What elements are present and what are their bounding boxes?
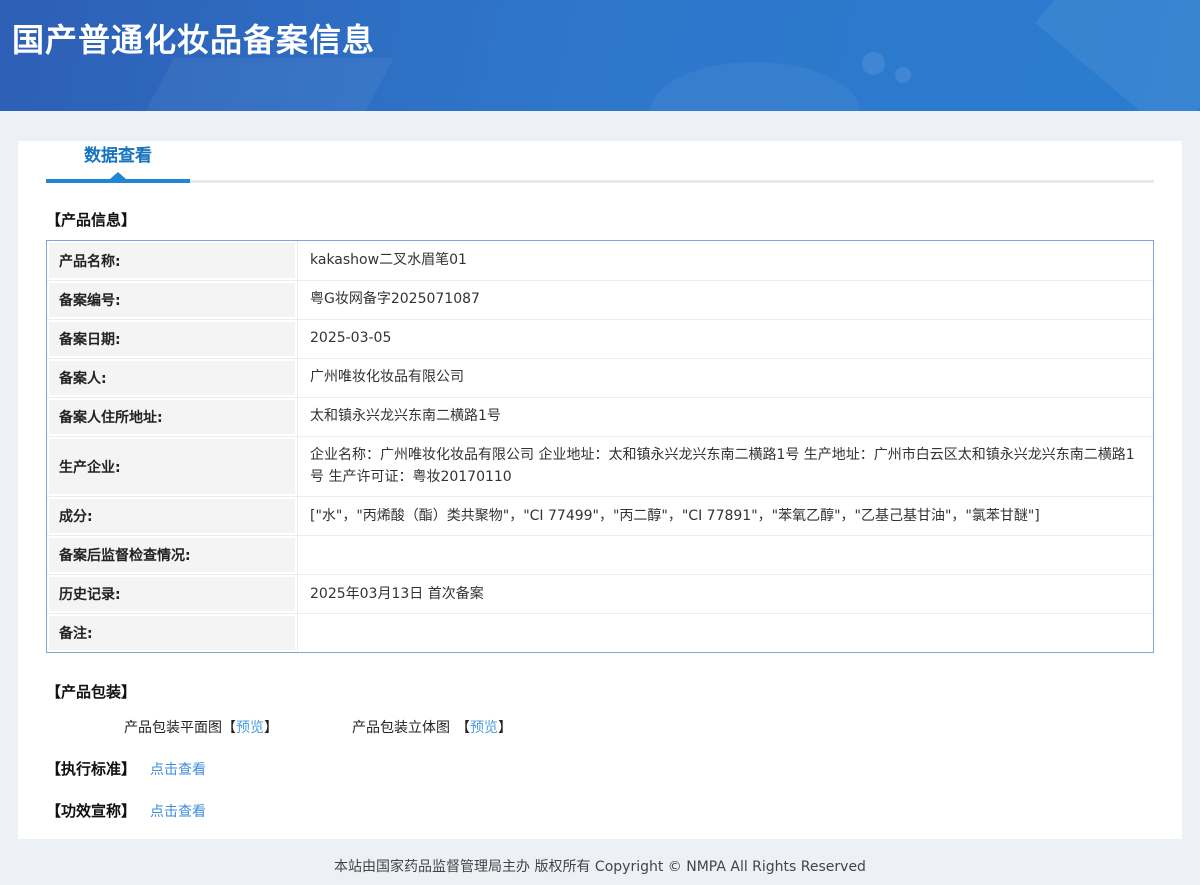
decor-polygon-shape [126,58,394,111]
row-label-cell: 备案人: [47,359,298,397]
bracket-close: 】 [498,720,512,737]
row-value: 2025年03月13日 首次备案 [310,585,484,602]
tab-data-view[interactable]: 数据查看 [46,141,190,183]
row-value: 广州唯妆化妆品有限公司 [310,369,464,386]
row-value: ["水"，"丙烯酸（酯）类共聚物"，"CI 77499"，"丙二醇"，"CI 7… [310,507,1040,524]
view-efficacy-link[interactable]: 点击查看 [150,801,206,821]
decor-ellipse-shape [650,62,860,111]
row-label: 备注: [49,616,295,651]
row-label-cell: 成分: [47,497,298,536]
content-card: 数据查看 【产品信息】 产品名称: kakashow二叉水眉笔01 备案编号: … [18,141,1182,839]
table-row: 成分: ["水"，"丙烯酸（酯）类共聚物"，"CI 77499"，"丙二醇"，"… [47,496,1153,536]
view-standard-link[interactable]: 点击查看 [150,759,206,779]
table-row: 产品名称: kakashow二叉水眉笔01 [47,241,1153,280]
row-label-cell: 备案编号: [47,281,298,319]
packaging-flat-label: 产品包装平面图 [124,720,222,737]
section-title-standard: 【执行标准】 [46,760,137,779]
table-row: 备案编号: 粤G妆网备字2025071087 [47,280,1153,319]
table-row: 生产企业: 企业名称：广州唯妆化妆品有限公司 企业地址：太和镇永兴龙兴东南二横路… [47,436,1153,497]
row-label: 产品名称: [49,243,295,278]
row-label-cell: 备案后监督检查情况: [47,536,298,575]
tab-bar: 数据查看 [46,141,1154,183]
bracket-open: 【 [222,720,236,737]
section-title-product-info: 【产品信息】 [46,211,137,229]
product-info-table: 产品名称: kakashow二叉水眉笔01 备案编号: 粤G妆网备字202507… [46,240,1154,654]
table-row: 备案人住所地址: 太和镇永兴龙兴东南二横路1号 [47,397,1153,436]
packaging-row: 产品包装平面图【预览】 产品包装立体图 【预览】 [46,717,1154,737]
row-value: 太和镇永兴龙兴东南二横路1号 [310,408,501,425]
row-value: kakashow二叉水眉笔01 [310,251,467,268]
efficacy-row: 【功效宣称】 点击查看 [46,800,1154,821]
row-label: 生产企业: [49,439,295,495]
row-value [298,614,1153,652]
row-label: 备案人: [49,361,295,395]
packaging-item-3d: 产品包装立体图 【预览】 [352,717,512,737]
row-label-cell: 备案日期: [47,320,298,358]
page-title: 国产普通化妆品备案信息 [12,21,376,59]
row-label-cell: 备注: [47,614,298,653]
row-label: 成分: [49,499,295,534]
row-label-cell: 生产企业: [47,437,298,497]
row-label: 备案后监督检查情况: [49,538,295,573]
row-label-cell: 备案人住所地址: [47,398,298,436]
standard-row: 【执行标准】 点击查看 [46,758,1154,779]
table-row: 历史记录: 2025年03月13日 首次备案 [47,574,1153,614]
table-row: 备案日期: 2025-03-05 [47,319,1153,358]
bracket-open: 【 [456,720,470,737]
footer-text: 本站由国家药品监督管理局主办 版权所有 Copyright © NMPA All… [334,859,866,875]
row-value [298,536,1153,574]
section-title-efficacy: 【功效宣称】 [46,802,137,821]
table-row: 备注: [47,613,1153,653]
row-label-cell: 产品名称: [47,241,298,280]
decor-circle-small [895,67,911,83]
row-label: 备案人住所地址: [49,400,295,434]
table-row: 备案后监督检查情况: [47,535,1153,575]
packaging-3d-label: 产品包装立体图 [352,720,450,737]
row-label-cell: 历史记录: [47,575,298,614]
packaging-item-flat: 产品包装平面图【预览】 [124,717,278,737]
page-header: 国产普通化妆品备案信息 [0,0,1200,111]
row-label: 历史记录: [49,577,295,612]
row-value: 粤G妆网备字2025071087 [310,291,480,308]
row-label: 备案日期: [49,322,295,356]
row-value: 2025-03-05 [310,330,392,347]
table-row: 备案人: 广州唯妆化妆品有限公司 [47,358,1153,397]
section-title-packaging: 【产品包装】 [46,683,137,702]
preview-link-3d[interactable]: 预览 [470,720,498,736]
bracket-close: 】 [264,720,278,737]
row-label: 备案编号: [49,283,295,317]
row-value: 企业名称：广州唯妆化妆品有限公司 企业地址：太和镇永兴龙兴东南二横路1号 生产地… [310,447,1135,485]
preview-link-flat[interactable]: 预览 [236,720,264,736]
